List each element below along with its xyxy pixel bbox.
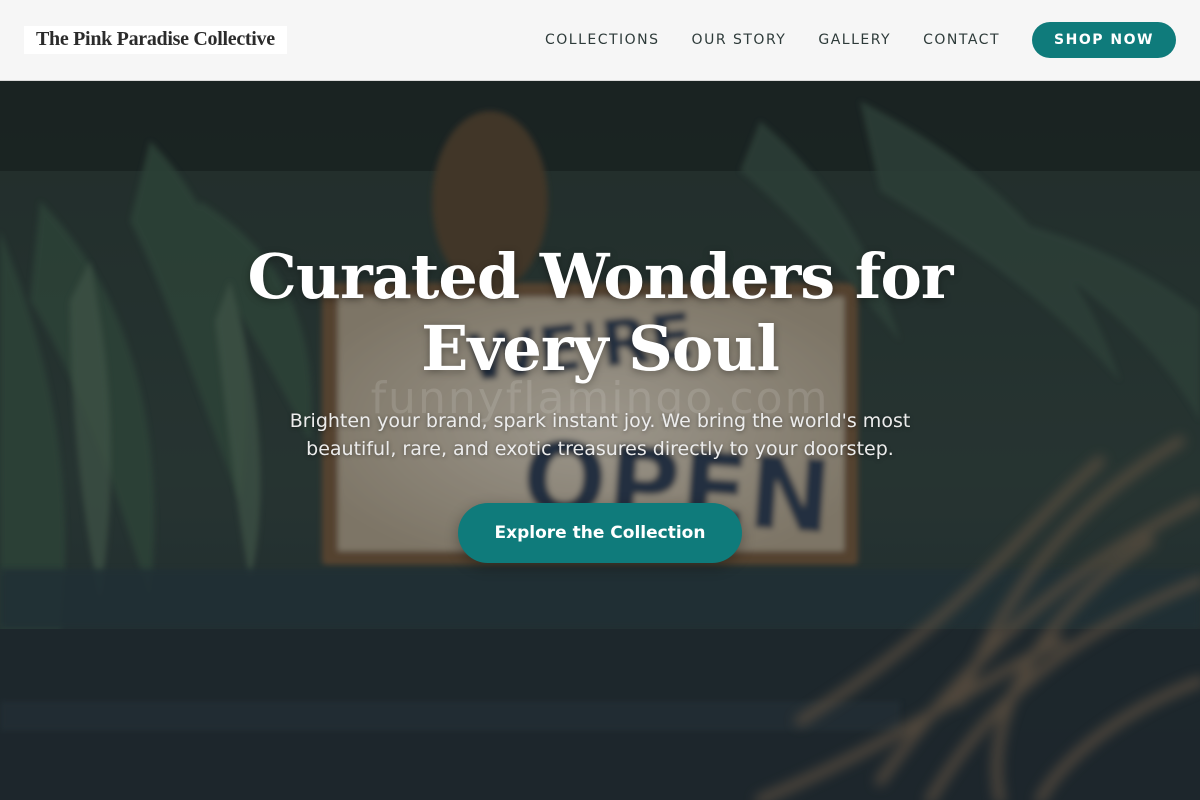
- main-nav: COLLECTIONS OUR STORY GALLERY CONTACT SH…: [545, 22, 1176, 58]
- hero-section: WE'RE OPEN Curated Wonders for Every Sou…: [0, 81, 1200, 800]
- nav-link-contact[interactable]: CONTACT: [923, 32, 1000, 48]
- nav-link-our-story[interactable]: OUR STORY: [692, 32, 787, 48]
- explore-collection-button[interactable]: Explore the Collection: [458, 503, 742, 563]
- hero-content: Curated Wonders for Every Soul Brighten …: [0, 81, 1200, 800]
- nav-link-collections[interactable]: COLLECTIONS: [545, 32, 660, 48]
- site-logo[interactable]: The Pink Paradise Collective: [24, 26, 287, 54]
- nav-link-gallery[interactable]: GALLERY: [818, 32, 891, 48]
- site-header: The Pink Paradise Collective COLLECTIONS…: [0, 0, 1200, 81]
- shop-now-button[interactable]: SHOP NOW: [1032, 22, 1176, 58]
- hero-subtitle: Brighten your brand, spark instant joy. …: [289, 410, 911, 460]
- hero-title: Curated Wonders for Every Soul: [247, 240, 954, 385]
